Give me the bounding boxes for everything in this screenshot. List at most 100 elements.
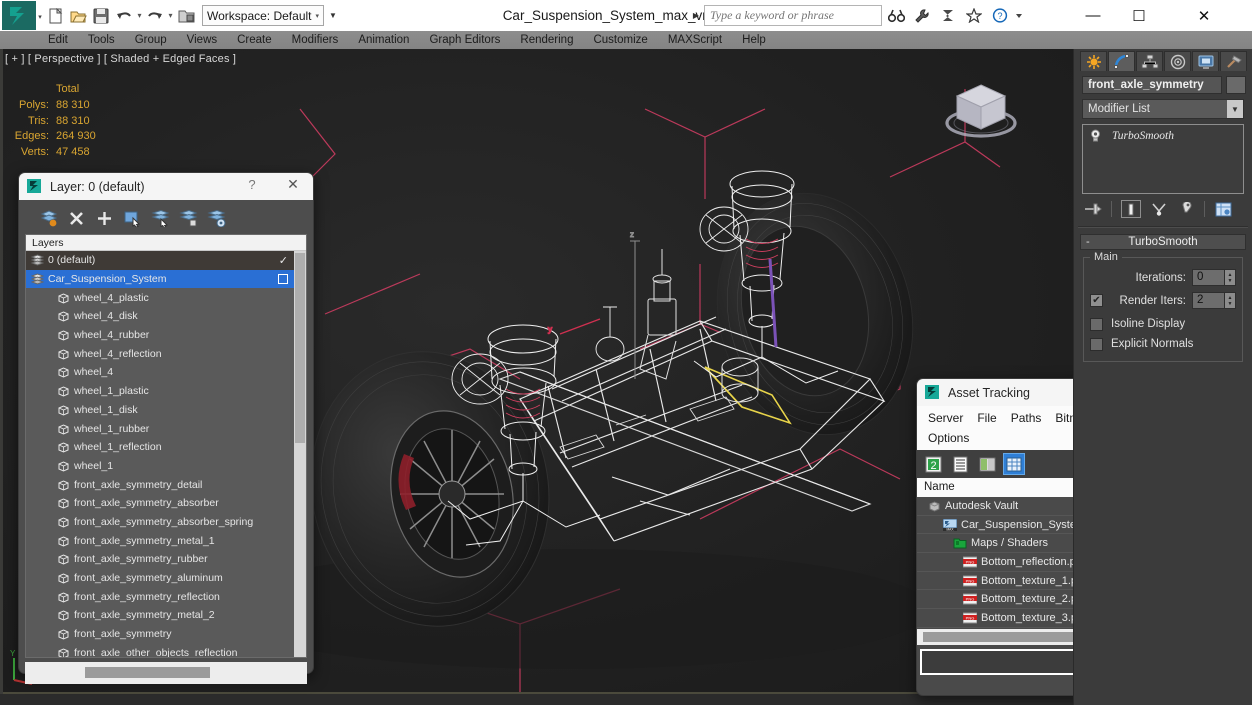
- layer-row[interactable]: wheel_1_plastic: [26, 382, 294, 401]
- select-highlighted-layer-icon[interactable]: [149, 207, 171, 229]
- layer-row[interactable]: front_axle_symmetry_rubber: [26, 550, 294, 569]
- workspace-menu-icon[interactable]: ▼: [325, 5, 341, 26]
- object-color-swatch[interactable]: [1226, 76, 1246, 94]
- render-iters-checkbox[interactable]: ✔: [1090, 294, 1103, 307]
- help-dropdown-icon[interactable]: [1014, 5, 1024, 27]
- layer-properties-icon[interactable]: [205, 207, 227, 229]
- utilities-tab[interactable]: [1220, 51, 1247, 71]
- isoline-display-checkbox[interactable]: [1090, 317, 1103, 331]
- list-view-icon[interactable]: [950, 454, 970, 474]
- explicit-normals-checkbox[interactable]: [1090, 337, 1103, 351]
- layer-list-vscrollbar[interactable]: [294, 251, 306, 657]
- view-cube[interactable]: [939, 71, 1023, 149]
- create-tab[interactable]: [1080, 51, 1107, 71]
- modifier-list-combo[interactable]: Modifier List ▼: [1082, 99, 1244, 119]
- menu-item-group[interactable]: Group: [125, 31, 177, 49]
- layer-dialog-titlebar[interactable]: Layer: 0 (default) ? ✕: [19, 173, 313, 200]
- iterations-value[interactable]: 0: [1193, 270, 1224, 285]
- workspace-combo[interactable]: Workspace: Default ▾: [202, 5, 325, 26]
- search-input[interactable]: [704, 5, 882, 26]
- grid-view-icon[interactable]: [1003, 453, 1025, 475]
- menu-item-graph-editors[interactable]: Graph Editors: [419, 31, 510, 49]
- layer-list[interactable]: Layers 0 (default) ✓ Car_Suspension_System…: [25, 234, 307, 658]
- layer-row[interactable]: wheel_4_reflection: [26, 344, 294, 363]
- app-logo-dropdown-icon[interactable]: ▾: [36, 14, 44, 22]
- layer-rows[interactable]: 0 (default) ✓ Car_Suspension_System wheel_4…: [26, 251, 294, 657]
- configure-modifier-sets-icon[interactable]: [1214, 200, 1232, 218]
- remove-modifier-icon[interactable]: [1177, 200, 1195, 218]
- redo-icon[interactable]: [144, 5, 166, 27]
- modifier-stack-item[interactable]: TurboSmooth: [1083, 128, 1243, 144]
- app-logo[interactable]: [2, 1, 36, 30]
- layer-row[interactable]: front_axle_symmetry_detail: [26, 475, 294, 494]
- layer-row[interactable]: wheel_1: [26, 457, 294, 476]
- chevron-down-icon[interactable]: ▼: [1227, 100, 1243, 118]
- undo-icon[interactable]: [113, 5, 135, 27]
- layer-row[interactable]: front_axle_symmetry_metal_2: [26, 606, 294, 625]
- new-layer-icon[interactable]: [37, 207, 59, 229]
- wrench-icon[interactable]: [910, 5, 934, 27]
- asset-menu-paths[interactable]: Paths: [1004, 411, 1049, 425]
- autodesk-360-icon[interactable]: [936, 5, 960, 27]
- make-unique-icon[interactable]: [1150, 200, 1168, 218]
- layer-row[interactable]: front_axle_other_objects_reflection: [26, 643, 294, 657]
- select-objects-in-layer-icon[interactable]: [121, 207, 143, 229]
- thumbnail-view-icon[interactable]: [977, 454, 997, 474]
- window-maximize-button[interactable]: ☐: [1116, 0, 1162, 31]
- menu-item-tools[interactable]: Tools: [78, 31, 125, 49]
- asset-menu-options[interactable]: Options: [921, 431, 976, 445]
- redo-dropdown-icon[interactable]: ▾: [167, 5, 174, 27]
- layer-list-hscrollbar[interactable]: [25, 662, 307, 684]
- layer-row[interactable]: wheel_4_plastic: [26, 288, 294, 307]
- menu-item-help[interactable]: Help: [732, 31, 776, 49]
- refresh-icon[interactable]: 2: [923, 454, 943, 474]
- lightbulb-icon[interactable]: [1088, 129, 1102, 143]
- asset-menu-file[interactable]: File: [970, 411, 1003, 425]
- layer-row[interactable]: front_axle_symmetry_reflection: [26, 587, 294, 606]
- menu-item-rendering[interactable]: Rendering: [510, 31, 583, 49]
- menu-item-maxscript[interactable]: MAXScript: [658, 31, 732, 49]
- binoculars-icon[interactable]: [884, 5, 908, 27]
- layer-row[interactable]: front_axle_symmetry: [26, 625, 294, 644]
- render-iters-spinner[interactable]: 2 ▲ ▼: [1192, 292, 1236, 309]
- layer-row[interactable]: wheel_4_rubber: [26, 326, 294, 345]
- asset-menu-server[interactable]: Server: [921, 411, 970, 425]
- menu-item-animation[interactable]: Animation: [348, 31, 419, 49]
- menu-item-modifiers[interactable]: Modifiers: [282, 31, 349, 49]
- layer-active-box-icon[interactable]: [278, 273, 288, 284]
- iterations-spinner-arrows[interactable]: ▲ ▼: [1224, 270, 1235, 285]
- layer-dialog-close-button[interactable]: ✕: [283, 176, 303, 193]
- layer-row[interactable]: front_axle_symmetry_absorber_spring: [26, 513, 294, 532]
- layer-row[interactable]: front_axle_symmetry_aluminum: [26, 569, 294, 588]
- menu-item-views[interactable]: Views: [177, 31, 227, 49]
- new-file-icon[interactable]: [44, 5, 66, 27]
- render-iters-spinner-arrows[interactable]: ▲ ▼: [1224, 293, 1235, 308]
- show-end-result-icon[interactable]: [1121, 200, 1141, 218]
- modifier-stack[interactable]: TurboSmooth: [1082, 124, 1244, 194]
- open-file-icon[interactable]: [67, 5, 89, 27]
- save-file-icon[interactable]: [90, 5, 112, 27]
- layer-dialog-help-button[interactable]: ?: [243, 177, 261, 192]
- display-tab[interactable]: [1192, 51, 1219, 71]
- menu-item-create[interactable]: Create: [227, 31, 282, 49]
- highlight-selected-objects-icon[interactable]: [177, 207, 199, 229]
- rollout-collapse-icon[interactable]: -: [1086, 236, 1090, 248]
- search-expand-icon[interactable]: ▶: [690, 11, 702, 20]
- hierarchy-tab[interactable]: [1136, 51, 1163, 71]
- render-iters-value[interactable]: 2: [1193, 293, 1224, 308]
- motion-tab[interactable]: [1164, 51, 1191, 71]
- add-selection-to-layer-icon[interactable]: [93, 207, 115, 229]
- layer-row[interactable]: front_axle_symmetry_absorber: [26, 494, 294, 513]
- delete-layer-icon[interactable]: [65, 207, 87, 229]
- layer-dialog[interactable]: Layer: 0 (default) ? ✕ Layers 0 (default…: [18, 172, 314, 684]
- pin-stack-icon[interactable]: [1084, 200, 1102, 218]
- explicit-normals-row[interactable]: Explicit Normals: [1090, 334, 1236, 354]
- layer-list-vscroll-thumb[interactable]: [295, 253, 305, 443]
- window-close-button[interactable]: ✕: [1178, 0, 1230, 31]
- layer-row[interactable]: wheel_4: [26, 363, 294, 382]
- set-project-folder-icon[interactable]: [175, 5, 197, 27]
- help-icon[interactable]: ?: [988, 5, 1012, 27]
- layer-row[interactable]: wheel_4_disk: [26, 307, 294, 326]
- menu-item-edit[interactable]: Edit: [38, 31, 78, 49]
- layer-row[interactable]: wheel_1_rubber: [26, 419, 294, 438]
